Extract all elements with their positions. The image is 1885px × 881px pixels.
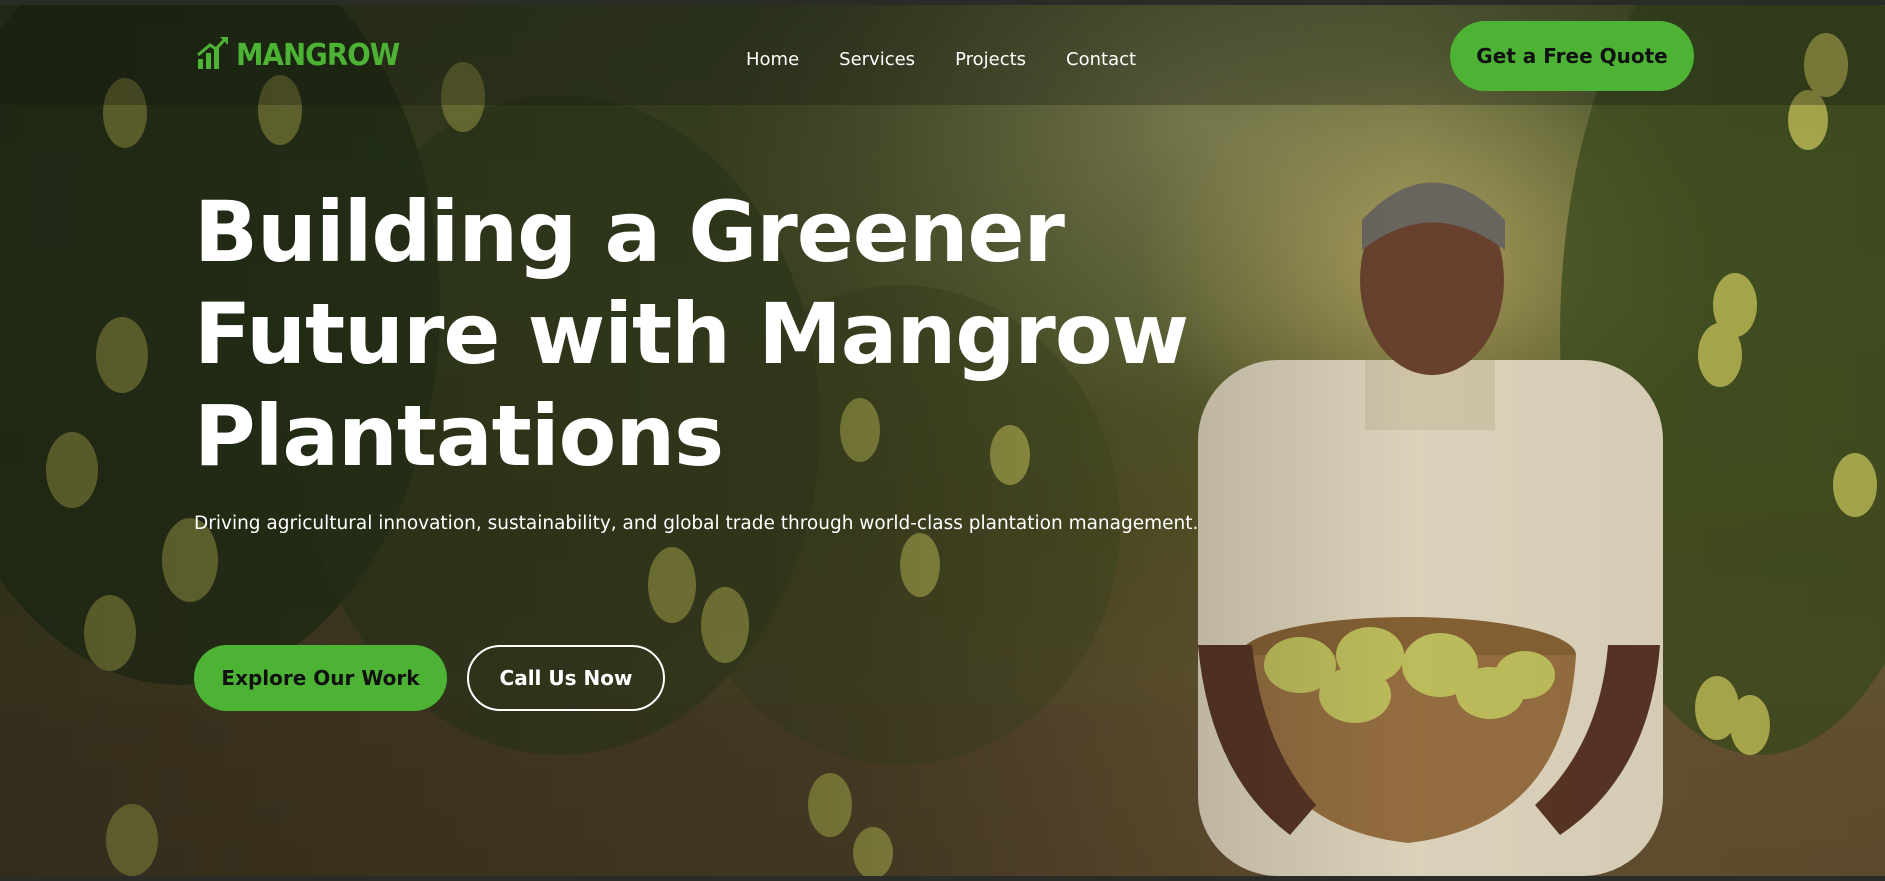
hero-title-line-2: Future with Mangrow (194, 285, 1189, 383)
growth-chart-icon (196, 35, 230, 76)
hero-title-line-3: Plantations (194, 387, 724, 485)
nav-link-projects[interactable]: Projects (955, 49, 1026, 70)
hero-title-line-1: Building a Greener (194, 183, 1065, 281)
top-navigation: MANGROW Home Services Projects Contact G… (0, 5, 1885, 105)
hero-subtitle: Driving agricultural innovation, sustain… (194, 513, 1199, 534)
hero-title: Building a Greener Future with Mangrow P… (194, 181, 1189, 487)
nav-link-contact[interactable]: Contact (1066, 49, 1136, 70)
get-free-quote-button[interactable]: Get a Free Quote (1450, 21, 1694, 91)
nav-link-home[interactable]: Home (746, 49, 799, 70)
explore-our-work-button[interactable]: Explore Our Work (194, 645, 447, 711)
hero-section: MANGROW Home Services Projects Contact G… (0, 5, 1885, 876)
call-us-now-button[interactable]: Call Us Now (467, 645, 665, 711)
brand-name: MANGROW (236, 38, 400, 73)
nav-link-services[interactable]: Services (839, 49, 915, 70)
window-bottom-edge (0, 876, 1885, 881)
brand-logo[interactable]: MANGROW (196, 35, 414, 76)
nav-links: Home Services Projects Contact (746, 49, 1176, 70)
